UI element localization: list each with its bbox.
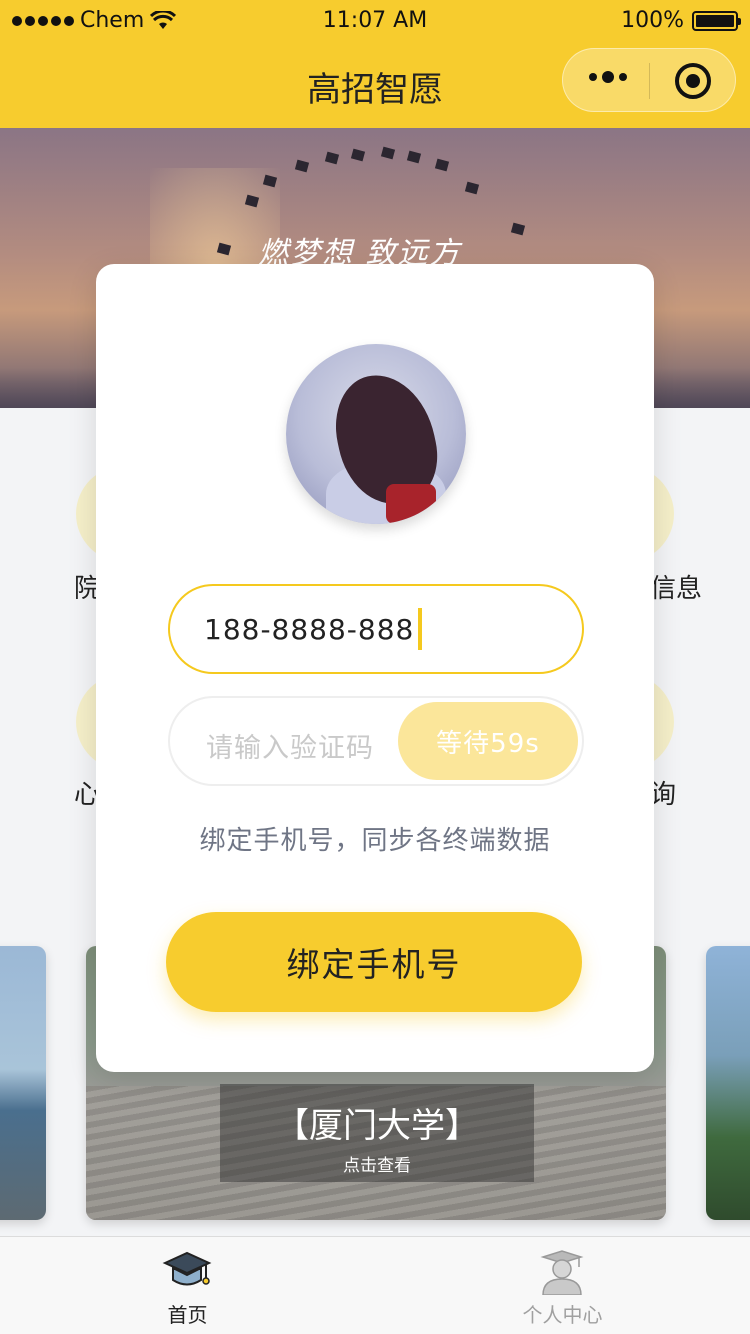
phone-input-value: 188-8888-888 [204, 612, 415, 646]
battery-percent: 100% [621, 8, 684, 33]
battery-icon [692, 10, 741, 31]
tab-home-label: 首页 [167, 1303, 208, 1327]
bind-phone-modal: 188-8888-888 请输入验证码 等待59s 绑定手机号，同步各终端数据 … [96, 264, 654, 1072]
phone-input[interactable]: 188-8888-888 [168, 584, 584, 674]
send-code-button[interactable]: 等待59s [398, 702, 578, 780]
capsule-divider [649, 63, 650, 99]
avatar-bag [386, 484, 436, 524]
avatar [286, 344, 466, 524]
more-options-icon[interactable] [589, 71, 627, 83]
status-bar: Chem 11:07 AM 100% [0, 0, 750, 40]
tab-profile-label: 个人中心 [522, 1303, 603, 1327]
mini-program-capsule [562, 48, 736, 112]
status-right: 100% [621, 8, 741, 33]
graduation-cap-icon [162, 1251, 212, 1286]
verification-code-field[interactable]: 请输入验证码 等待59s [168, 696, 584, 786]
top-bar: Chem 11:07 AM 100% 高招智愿 [0, 0, 750, 128]
bind-phone-button[interactable]: 绑定手机号 [166, 912, 582, 1012]
bind-hint: 绑定手机号，同步各终端数据 [199, 826, 551, 856]
text-caret [418, 608, 423, 650]
tab-bar: 首页 个人中心 [0, 1236, 750, 1334]
graduate-person-icon [540, 1250, 584, 1295]
code-input-placeholder: 请输入验证码 [206, 733, 374, 764]
close-target-icon[interactable] [675, 63, 711, 99]
tab-home[interactable]: 首页 [0, 1237, 375, 1334]
tab-profile[interactable]: 个人中心 [375, 1237, 750, 1334]
